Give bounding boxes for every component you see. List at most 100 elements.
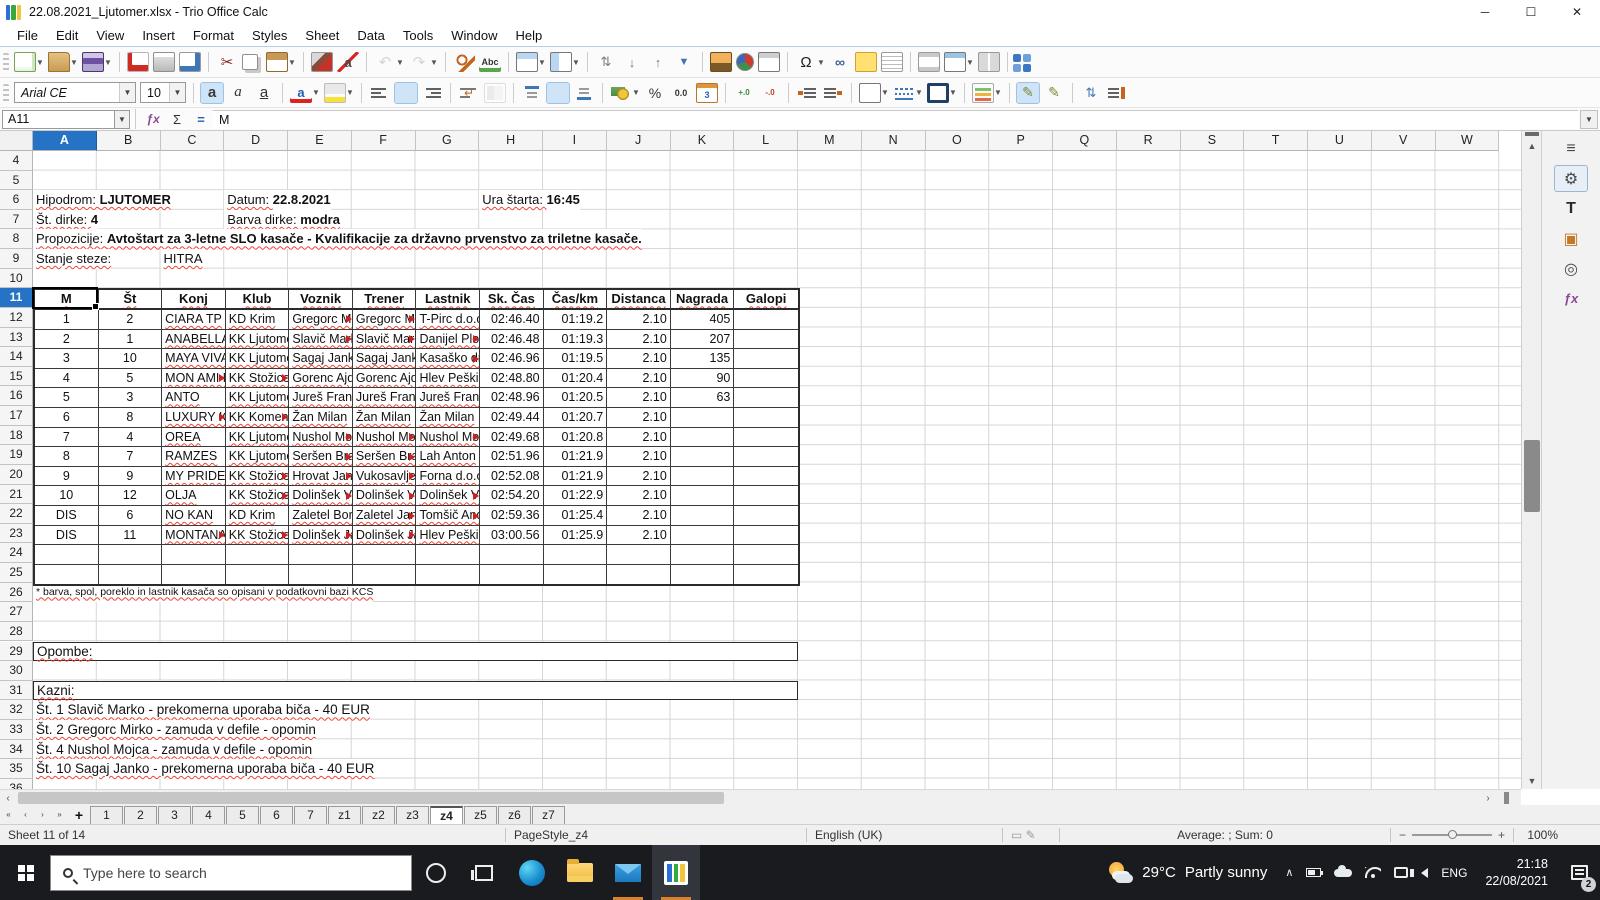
sort-descending-icon[interactable]: ↓: [621, 52, 643, 72]
merge-cells-icon[interactable]: [484, 82, 506, 103]
row-header-34[interactable]: 34: [0, 739, 33, 760]
scroll-right-icon[interactable]: ›: [1480, 790, 1496, 806]
cell[interactable]: [670, 486, 735, 507]
row-header-16[interactable]: 16: [0, 386, 33, 407]
cell[interactable]: 01:21.9: [543, 447, 608, 467]
column-header-F[interactable]: F: [351, 131, 416, 151]
cell[interactable]: 02:48.80: [480, 368, 544, 389]
align-top-icon[interactable]: [521, 82, 543, 103]
cell[interactable]: [734, 388, 798, 408]
cell[interactable]: 2.10: [607, 525, 671, 546]
row-header-27[interactable]: 27: [0, 602, 33, 622]
cell[interactable]: Žan Milan: [352, 407, 417, 428]
toolbar-grip-icon[interactable]: [3, 83, 9, 102]
cell[interactable]: 6: [35, 407, 99, 428]
cell[interactable]: 2.10: [607, 506, 671, 526]
menu-sheet[interactable]: Sheet: [296, 25, 348, 46]
cell[interactable]: [289, 545, 353, 565]
cell[interactable]: MY PRIDE: [162, 466, 226, 487]
menu-tools[interactable]: Tools: [394, 25, 442, 46]
cell[interactable]: 01:20.5: [543, 388, 608, 408]
sidebar-toggle-icon[interactable]: [1013, 54, 1021, 62]
save-icon[interactable]: [82, 52, 104, 72]
cell[interactable]: Jureš Franc: [416, 388, 481, 408]
cell[interactable]: Jureš Franc: [352, 388, 417, 408]
chevron-down-icon[interactable]: ▼: [915, 88, 924, 97]
column-header-W[interactable]: W: [1435, 131, 1500, 151]
cell[interactable]: [670, 407, 735, 428]
conditional-formatting-icon[interactable]: [972, 82, 994, 103]
cell[interactable]: Seršen Bran: [352, 447, 417, 467]
cell[interactable]: 2.10: [607, 309, 671, 330]
cell[interactable]: [734, 310, 798, 330]
cell[interactable]: 02:46.96: [480, 349, 544, 369]
gallery-icon[interactable]: ▣: [1554, 225, 1588, 252]
cell[interactable]: 02:46.40: [480, 309, 544, 330]
row-header-14[interactable]: 14: [0, 347, 33, 367]
name-box-dropdown-icon[interactable]: ▼: [115, 109, 130, 129]
horizontal-scroll-thumb[interactable]: [18, 792, 724, 804]
row-header-5[interactable]: 5: [0, 170, 33, 191]
font-size-select[interactable]: 10 ▼: [140, 82, 186, 103]
add-decimal-place-icon[interactable]: +.0: [733, 83, 755, 103]
row-header-25[interactable]: 25: [0, 563, 33, 583]
new-document-icon[interactable]: [14, 52, 36, 72]
cell[interactable]: [670, 427, 735, 448]
cell[interactable]: Zaletel Borut: [289, 506, 353, 526]
cell[interactable]: ANABELLA: [162, 329, 226, 350]
column-header-E[interactable]: E: [288, 131, 352, 151]
cell[interactable]: 90: [670, 368, 735, 389]
sheet-tab-z1[interactable]: z1: [328, 805, 361, 824]
undo-icon[interactable]: ↶: [374, 52, 396, 72]
row-header-15[interactable]: 15: [0, 366, 33, 387]
horizontal-scrollbar[interactable]: ‹ ›: [0, 789, 1521, 805]
add-sheet-button[interactable]: +: [68, 807, 90, 823]
keyboard-language[interactable]: ENG: [1441, 866, 1467, 880]
cell[interactable]: 9: [98, 466, 163, 487]
your-phone-icon[interactable]: [1394, 867, 1409, 878]
copy-icon[interactable]: [242, 54, 258, 70]
edit-points-icon[interactable]: ✎: [1043, 83, 1065, 103]
cell[interactable]: 2.10: [607, 447, 671, 467]
properties-icon[interactable]: ⚙: [1554, 165, 1588, 192]
cell[interactable]: NO KAN: [162, 506, 226, 526]
insert-image-icon[interactable]: [710, 52, 732, 72]
cell[interactable]: 02:52.08: [480, 466, 544, 487]
row-header-9[interactable]: 9: [0, 249, 33, 269]
row-header-12[interactable]: 12: [0, 307, 33, 328]
cell[interactable]: [734, 408, 798, 428]
cell[interactable]: Gorenc Ajda: [289, 368, 353, 389]
first-sheet-icon[interactable]: «: [0, 810, 17, 819]
sheet-tab-z6[interactable]: z6: [498, 805, 531, 824]
cell[interactable]: KD Krim: [225, 506, 290, 526]
cell[interactable]: 01:21.9: [543, 466, 608, 487]
cell[interactable]: KK Stožice: [225, 466, 290, 487]
underline-icon[interactable]: a: [253, 83, 275, 103]
cell[interactable]: Nushol Mojc: [416, 427, 481, 448]
cell[interactable]: 2.10: [607, 349, 671, 369]
cell[interactable]: [162, 564, 226, 585]
sheet-tab-3[interactable]: 3: [158, 805, 191, 824]
format-number-icon[interactable]: 0.0: [670, 83, 692, 103]
cell[interactable]: KK Stožice: [225, 368, 290, 389]
row-header-30[interactable]: 30: [0, 661, 33, 681]
scroll-up-icon[interactable]: ▲: [1522, 138, 1542, 154]
cortana-button[interactable]: [412, 845, 460, 900]
cell[interactable]: 8: [98, 407, 163, 428]
row-header-11[interactable]: 11: [0, 288, 33, 308]
cell[interactable]: 1: [98, 329, 163, 350]
spreadsheet-grid[interactable]: A B C D E F G H I J K L M N O P Q R S T U V W 4 5 6 7 8 9 10 11 12 13 14 1…: [0, 131, 1521, 789]
cell[interactable]: 01:25.9: [543, 525, 608, 546]
cell[interactable]: 01:25.4: [543, 506, 608, 526]
cell[interactable]: CIARA TP: [162, 309, 226, 330]
column-header-B[interactable]: B: [96, 131, 161, 151]
bold-icon[interactable]: a: [200, 81, 224, 104]
cell[interactable]: Dolinšek Vik: [289, 486, 353, 507]
cell[interactable]: [734, 506, 798, 526]
print-preview-icon[interactable]: [179, 52, 201, 72]
cell[interactable]: ANTO: [162, 388, 226, 408]
cell[interactable]: MAYA VIVA: [162, 349, 226, 369]
row-header-10[interactable]: 10: [0, 268, 33, 289]
cell[interactable]: KK Ljutomer: [225, 329, 290, 350]
cell[interactable]: KD Krim: [225, 309, 290, 330]
